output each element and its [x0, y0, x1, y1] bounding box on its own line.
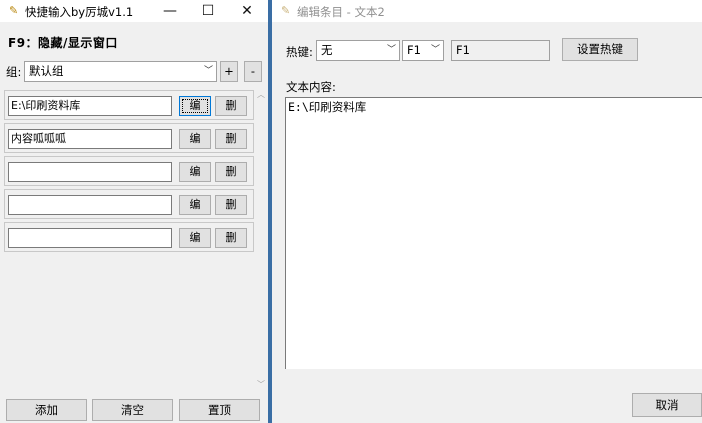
list-item: 内容呱呱呱 编 删: [4, 123, 254, 153]
entry-text-field[interactable]: E:\印刷资料库: [8, 96, 172, 116]
entries-list: E:\印刷资料库 编 删 内容呱呱呱 编 删 编 删 编 删 编 删: [4, 88, 254, 394]
edit-entry-button[interactable]: 编: [179, 228, 211, 248]
content-textarea[interactable]: E:\印刷资料库: [285, 97, 702, 369]
chevron-down-icon: ﹀: [430, 45, 440, 55]
left-titlebar[interactable]: ✎ 快捷输入by厉城v1.1 — ☐ ✕: [0, 0, 268, 22]
hotkey-label: 热键:: [286, 45, 313, 59]
delete-entry-button[interactable]: 删: [215, 228, 247, 248]
add-entry-button[interactable]: 添加: [6, 399, 87, 421]
pencil-icon: ✎: [9, 4, 19, 17]
minimize-button[interactable]: —: [155, 1, 185, 21]
pencil-icon: ✎: [281, 4, 291, 17]
remove-group-button[interactable]: -: [244, 61, 262, 82]
delete-entry-button[interactable]: 删: [215, 162, 247, 182]
close-button[interactable]: ✕: [232, 1, 262, 21]
list-item: 编 删: [4, 222, 254, 252]
hotkey-hint: F9：隐藏/显示窗口: [8, 36, 118, 50]
entry-text-field[interactable]: 内容呱呱呱: [8, 129, 172, 149]
entries-scrollbar[interactable]: ︿ ﹀: [256, 88, 266, 394]
chevron-down-icon: ﹀: [386, 45, 396, 55]
scroll-down-icon[interactable]: ﹀: [256, 380, 266, 390]
entry-text-field[interactable]: [8, 195, 172, 215]
right-titlebar[interactable]: ✎ 编辑条目 - 文本2: [272, 0, 702, 22]
edit-entry-button[interactable]: 编: [179, 162, 211, 182]
modifier-select-value: 无: [321, 43, 333, 57]
entry-text-field[interactable]: [8, 162, 172, 182]
group-select-value: 默认组: [29, 64, 64, 78]
add-group-button[interactable]: +: [220, 61, 238, 82]
entry-text-field[interactable]: [8, 228, 172, 248]
delete-entry-button[interactable]: 删: [215, 96, 247, 116]
right-window-title: 编辑条目 - 文本2: [297, 5, 385, 19]
quick-input-window: ✎ 快捷输入by厉城v1.1 — ☐ ✕ F9：隐藏/显示窗口 组: 默认组 ﹀…: [0, 0, 268, 423]
modifier-select[interactable]: 无 ﹀: [316, 40, 400, 61]
group-select[interactable]: 默认组 ﹀: [24, 61, 217, 82]
edit-entry-button[interactable]: 编: [179, 195, 211, 215]
list-item: E:\印刷资料库 编 删: [4, 90, 254, 120]
group-label: 组:: [6, 65, 22, 79]
list-item: 编 删: [4, 156, 254, 186]
delete-entry-button[interactable]: 删: [215, 195, 247, 215]
content-label: 文本内容:: [286, 80, 336, 94]
edit-entry-button[interactable]: 编: [179, 129, 211, 149]
chevron-down-icon: ﹀: [203, 66, 213, 76]
scroll-up-icon[interactable]: ︿: [256, 90, 266, 100]
edit-entry-window: ✎ 编辑条目 - 文本2 热键: 无 ﹀ F1 ﹀ F1 设置热键 文本内容: …: [272, 0, 702, 423]
set-hotkey-button[interactable]: 设置热键: [562, 38, 638, 61]
cancel-button[interactable]: 取消: [632, 393, 702, 417]
left-window-title: 快捷输入by厉城v1.1: [25, 5, 134, 19]
hotkey-display-field: F1: [451, 40, 550, 61]
maximize-button[interactable]: ☐: [193, 1, 223, 21]
list-item: 编 删: [4, 189, 254, 219]
clear-button[interactable]: 清空: [92, 399, 173, 421]
key-select[interactable]: F1 ﹀: [402, 40, 444, 61]
key-select-value: F1: [407, 43, 421, 57]
edit-entry-button[interactable]: 编: [179, 96, 211, 116]
delete-entry-button[interactable]: 删: [215, 129, 247, 149]
pin-top-button[interactable]: 置顶: [179, 399, 260, 421]
